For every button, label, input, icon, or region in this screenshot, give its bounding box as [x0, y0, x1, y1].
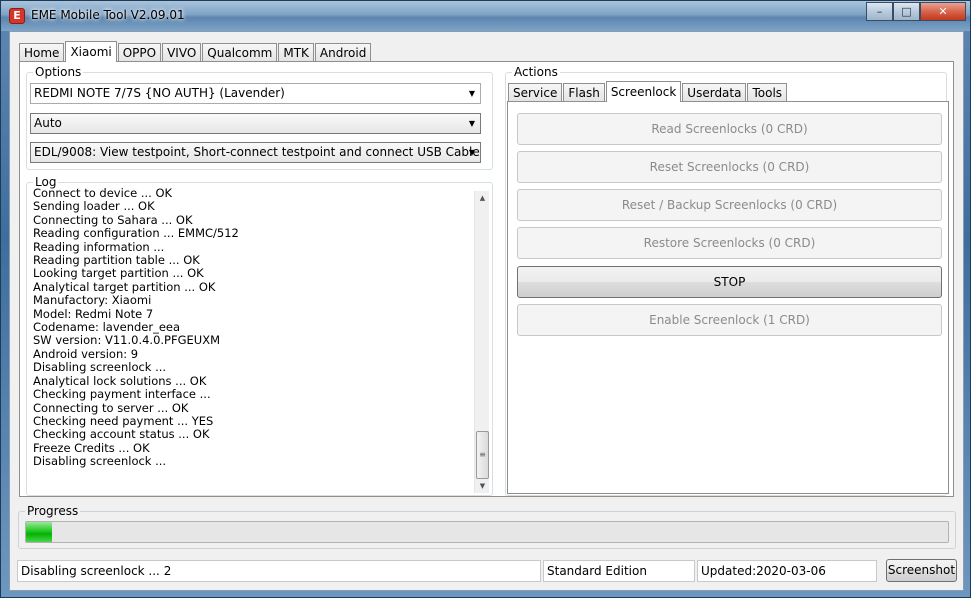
tab-home[interactable]: Home — [19, 43, 65, 62]
log-line: Analytical target partition ... OK — [33, 279, 216, 294]
actions-tab-strip: Service Flash Screenlock Userdata Tools — [508, 81, 788, 102]
log-line: Checking need payment ... YES — [33, 413, 214, 428]
tab-xiaomi[interactable]: Xiaomi — [65, 41, 117, 62]
app-logo-icon: E — [9, 8, 25, 24]
tab-mtk[interactable]: MTK — [278, 43, 314, 62]
mode-select-value: Auto — [34, 116, 62, 130]
tab-oppo[interactable]: OPPO — [117, 43, 162, 62]
chevron-down-icon: ▼ — [468, 148, 475, 157]
xiaomi-tab-panel: Options REDMI NOTE 7/7S {NO AUTH} (Laven… — [19, 61, 954, 497]
tab-vivo[interactable]: VIVO — [162, 43, 202, 62]
progress-bar — [25, 521, 949, 543]
scroll-up-icon[interactable]: ▲ — [475, 191, 490, 205]
mode-select[interactable]: Auto ▼ — [30, 113, 481, 134]
restore-screenlocks-button[interactable]: Restore Screenlocks (0 CRD) — [517, 227, 942, 259]
tab-userdata[interactable]: Userdata — [682, 83, 747, 102]
actions-label: Actions — [512, 65, 560, 79]
tab-qualcomm[interactable]: Qualcomm — [202, 43, 278, 62]
log-line: Sending loader ... OK — [33, 199, 155, 214]
log-line: Model: Redmi Note 7 — [33, 306, 154, 321]
log-line: Codename: lavender_eea — [33, 320, 181, 335]
client-area: Home Xiaomi OPPO VIVO Qualcomm MTK Andro… — [9, 31, 964, 591]
tab-service[interactable]: Service — [508, 83, 563, 102]
tab-flash[interactable]: Flash — [563, 83, 605, 102]
log-line: SW version: V11.0.4.0.PFGEUXM — [33, 333, 220, 348]
log-line: Connecting to Sahara ... OK — [33, 212, 193, 227]
stop-button[interactable]: STOP — [517, 266, 942, 298]
log-line: Android version: 9 — [33, 346, 139, 361]
progress-label: Progress — [25, 504, 81, 518]
log-line: Manufactory: Xiaomi — [33, 293, 152, 308]
window-title: EME Mobile Tool V2.09.01 — [31, 8, 185, 22]
connection-select-value: EDL/9008: View testpoint, Short-connect … — [34, 145, 480, 159]
updated-label: Updated:2020-03-06 — [697, 560, 877, 582]
status-message: Disabling screenlock ... 2 — [17, 560, 541, 582]
model-select[interactable]: REDMI NOTE 7/7S {NO AUTH} (Lavender) ▼ — [30, 83, 481, 104]
scroll-down-icon[interactable]: ▼ — [475, 479, 490, 493]
log-line: Checking account status ... OK — [33, 427, 210, 442]
reset-backup-screenlocks-button[interactable]: Reset / Backup Screenlocks (0 CRD) — [517, 189, 942, 221]
log-line: Connect to device ... OK — [33, 186, 173, 200]
minimize-button[interactable]: – — [866, 2, 893, 21]
log-line: Disabling screenlock ... — [33, 360, 167, 375]
tab-screenlock[interactable]: Screenlock — [605, 81, 682, 102]
close-button[interactable]: ✕ — [920, 2, 966, 21]
log-line: Checking payment interface ... — [33, 387, 211, 402]
log-scrollbar[interactable]: ▲ ≡ ▼ — [474, 191, 489, 493]
main-tab-strip: Home Xiaomi OPPO VIVO Qualcomm MTK Andro… — [19, 41, 372, 62]
edition-label: Standard Edition — [543, 560, 695, 582]
enable-screenlock-button[interactable]: Enable Screenlock (1 CRD) — [517, 304, 942, 336]
log-text[interactable]: Connect to device ... OK Sending loader .… — [27, 183, 492, 495]
reset-screenlocks-button[interactable]: Reset Screenlocks (0 CRD) — [517, 151, 942, 183]
log-line: Reading configuration ... EMMC/512 — [33, 226, 239, 241]
log-line: Connecting to server ... OK — [33, 400, 189, 415]
read-screenlocks-button[interactable]: Read Screenlocks (0 CRD) — [517, 113, 942, 145]
log-line: Reading partition table ... OK — [33, 253, 200, 268]
tab-tools[interactable]: Tools — [747, 83, 788, 102]
log-line: Reading information ... — [33, 239, 165, 254]
app-window: E EME Mobile Tool V2.09.01 – □ ✕ Home Xi… — [0, 0, 971, 598]
connection-select[interactable]: EDL/9008: View testpoint, Short-connect … — [30, 142, 481, 163]
log-group: Log Connect to device ... OK Sending load… — [26, 175, 493, 496]
tab-android[interactable]: Android — [314, 43, 372, 62]
screenlock-tab-panel: Read Screenlocks (0 CRD) Reset Screenloc… — [507, 101, 949, 494]
chevron-down-icon: ▼ — [468, 89, 475, 98]
scroll-thumb[interactable]: ≡ — [476, 431, 489, 479]
model-select-value: REDMI NOTE 7/7S {NO AUTH} (Lavender) — [34, 86, 285, 100]
options-label: Options — [33, 65, 84, 79]
options-group: Options REDMI NOTE 7/7S {NO AUTH} (Laven… — [26, 65, 493, 170]
maximize-button[interactable]: □ — [893, 2, 920, 21]
chevron-down-icon: ▼ — [468, 119, 475, 128]
progress-fill — [26, 522, 52, 542]
log-line: Disabling screenlock ... — [33, 454, 167, 469]
log-line: Looking target partition ... OK — [33, 266, 204, 281]
log-line: Analytical lock solutions ... OK — [33, 373, 207, 388]
title-bar[interactable]: E EME Mobile Tool V2.09.01 – □ ✕ — [1, 1, 970, 31]
screenshot-button[interactable]: Screenshot — [886, 559, 957, 582]
log-line: Freeze Credits ... OK — [33, 440, 150, 455]
